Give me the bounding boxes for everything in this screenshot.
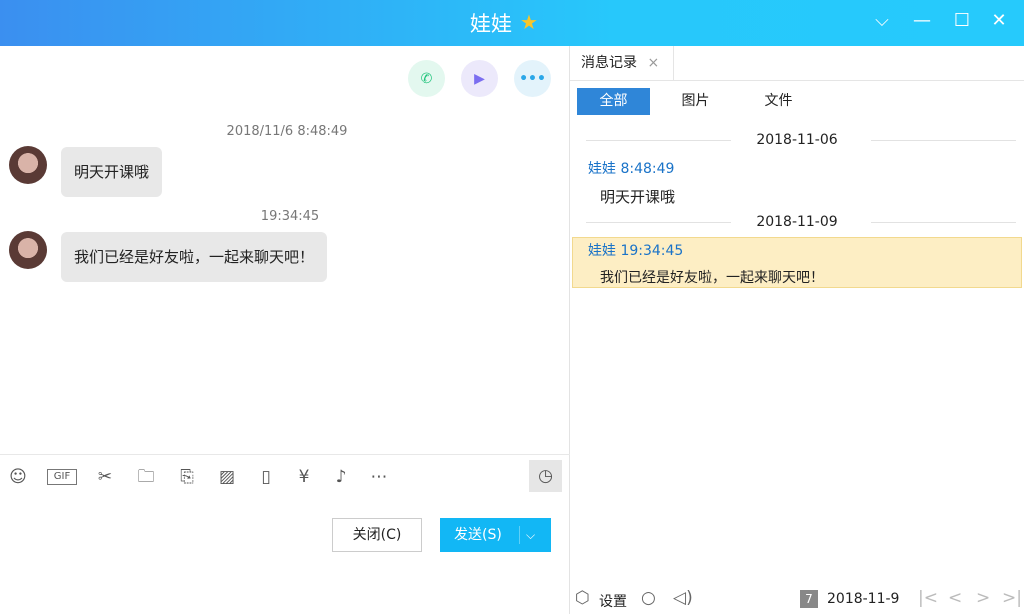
minimize-icon[interactable]: — — [910, 10, 934, 31]
next-page-icon[interactable]: > — [976, 588, 990, 608]
message-timestamp: 2018/11/6 8:48:49 — [226, 124, 348, 139]
avatar[interactable] — [9, 231, 47, 269]
send-options-chevron-icon[interactable]: ⌵ — [526, 518, 535, 552]
input-toolbar: ☺ GIF ✂ 🗀 ⎘ ▨ ▯ ¥ ♪ ⋯ ◷ — [0, 454, 570, 498]
folder-icon[interactable]: 🗀 — [135, 466, 157, 488]
message-bubble: 我们已经是好友啦，一起来聊天吧！ — [61, 232, 328, 282]
tab-label: 消息记录 — [581, 55, 637, 71]
history-icon[interactable]: ◷ — [529, 460, 562, 492]
history-footer: ⬡ 设置 ○ ◁) 7 2018-11-9 |< < > >| — [570, 584, 1024, 614]
close-icon[interactable]: ✕ — [987, 10, 1011, 31]
chevron-down-icon[interactable]: ⌵ — [870, 10, 894, 31]
last-page-icon[interactable]: >| — [1002, 588, 1022, 608]
current-date: 2018-11-9 — [827, 591, 900, 607]
send-button[interactable]: 发送(S) ⌵ — [440, 518, 551, 552]
more-icon: ••• — [519, 70, 546, 87]
maximize-icon[interactable]: ☐ — [950, 10, 974, 31]
video-call-button[interactable]: ▶ — [461, 60, 498, 97]
image-icon[interactable]: ▨ — [216, 466, 238, 488]
emoji-icon[interactable]: ☺ — [7, 466, 29, 488]
gif-icon[interactable]: GIF — [47, 469, 77, 485]
prev-page-icon[interactable]: < — [948, 588, 962, 608]
window-title: 娃娃 — [470, 12, 512, 36]
calendar-icon[interactable]: 7 — [800, 590, 818, 608]
message-timestamp: 19:34:45 — [260, 209, 320, 224]
history-sender: 娃娃 19:34:45 — [588, 243, 684, 259]
tab-message-history[interactable]: 消息记录 × — [570, 46, 674, 81]
filter-files[interactable]: 文件 — [742, 88, 815, 115]
shake-icon[interactable]: ▯ — [255, 466, 277, 488]
music-icon[interactable]: ♪ — [330, 466, 352, 488]
history-message: 我们已经是好友啦，一起来聊天吧！ — [600, 270, 824, 286]
red-packet-icon[interactable]: ¥ — [293, 466, 315, 488]
first-page-icon[interactable]: |< — [918, 588, 938, 608]
chat-panel: ✆ ▶ ••• 2018/11/6 8:48:49 明天开课哦 19:34:45… — [0, 46, 570, 614]
date-separator: 2018-11-09 — [570, 214, 1024, 230]
scissors-icon[interactable]: ✂ — [94, 466, 116, 488]
phone-call-button[interactable]: ✆ — [408, 60, 445, 97]
filter-all[interactable]: 全部 — [577, 88, 650, 115]
close-button[interactable]: 关闭(C) — [332, 518, 422, 552]
more-icon[interactable]: ⋯ — [368, 466, 390, 488]
message-bubble: 明天开课哦 — [61, 147, 163, 197]
history-message: 明天开课哦 — [600, 188, 676, 206]
filter-images[interactable]: 图片 — [659, 88, 732, 115]
settings-label[interactable]: 设置 — [599, 591, 627, 611]
settings-icon[interactable]: ⬡ — [575, 588, 590, 608]
title-bar: 娃娃 ★ ⌵ — ☐ ✕ — [0, 0, 1024, 46]
history-panel: 消息记录 × 全部 图片 文件 2018-11-06 娃娃 8:48:49 明天… — [570, 46, 1024, 614]
close-tab-icon[interactable]: × — [647, 55, 659, 71]
more-button[interactable]: ••• — [514, 60, 551, 97]
volume-icon[interactable]: ◁) — [673, 588, 693, 608]
avatar[interactable] — [9, 146, 47, 184]
video-icon: ▶ — [474, 70, 485, 87]
history-sender: 娃娃 8:48:49 — [588, 161, 675, 177]
file-transfer-icon[interactable]: ⎘ — [176, 466, 198, 488]
star-badge-icon: ★ — [520, 10, 538, 34]
search-icon[interactable]: ○ — [641, 588, 656, 608]
date-separator: 2018-11-06 — [570, 132, 1024, 148]
phone-icon: ✆ — [420, 70, 433, 87]
send-label: 发送(S) — [454, 527, 502, 543]
